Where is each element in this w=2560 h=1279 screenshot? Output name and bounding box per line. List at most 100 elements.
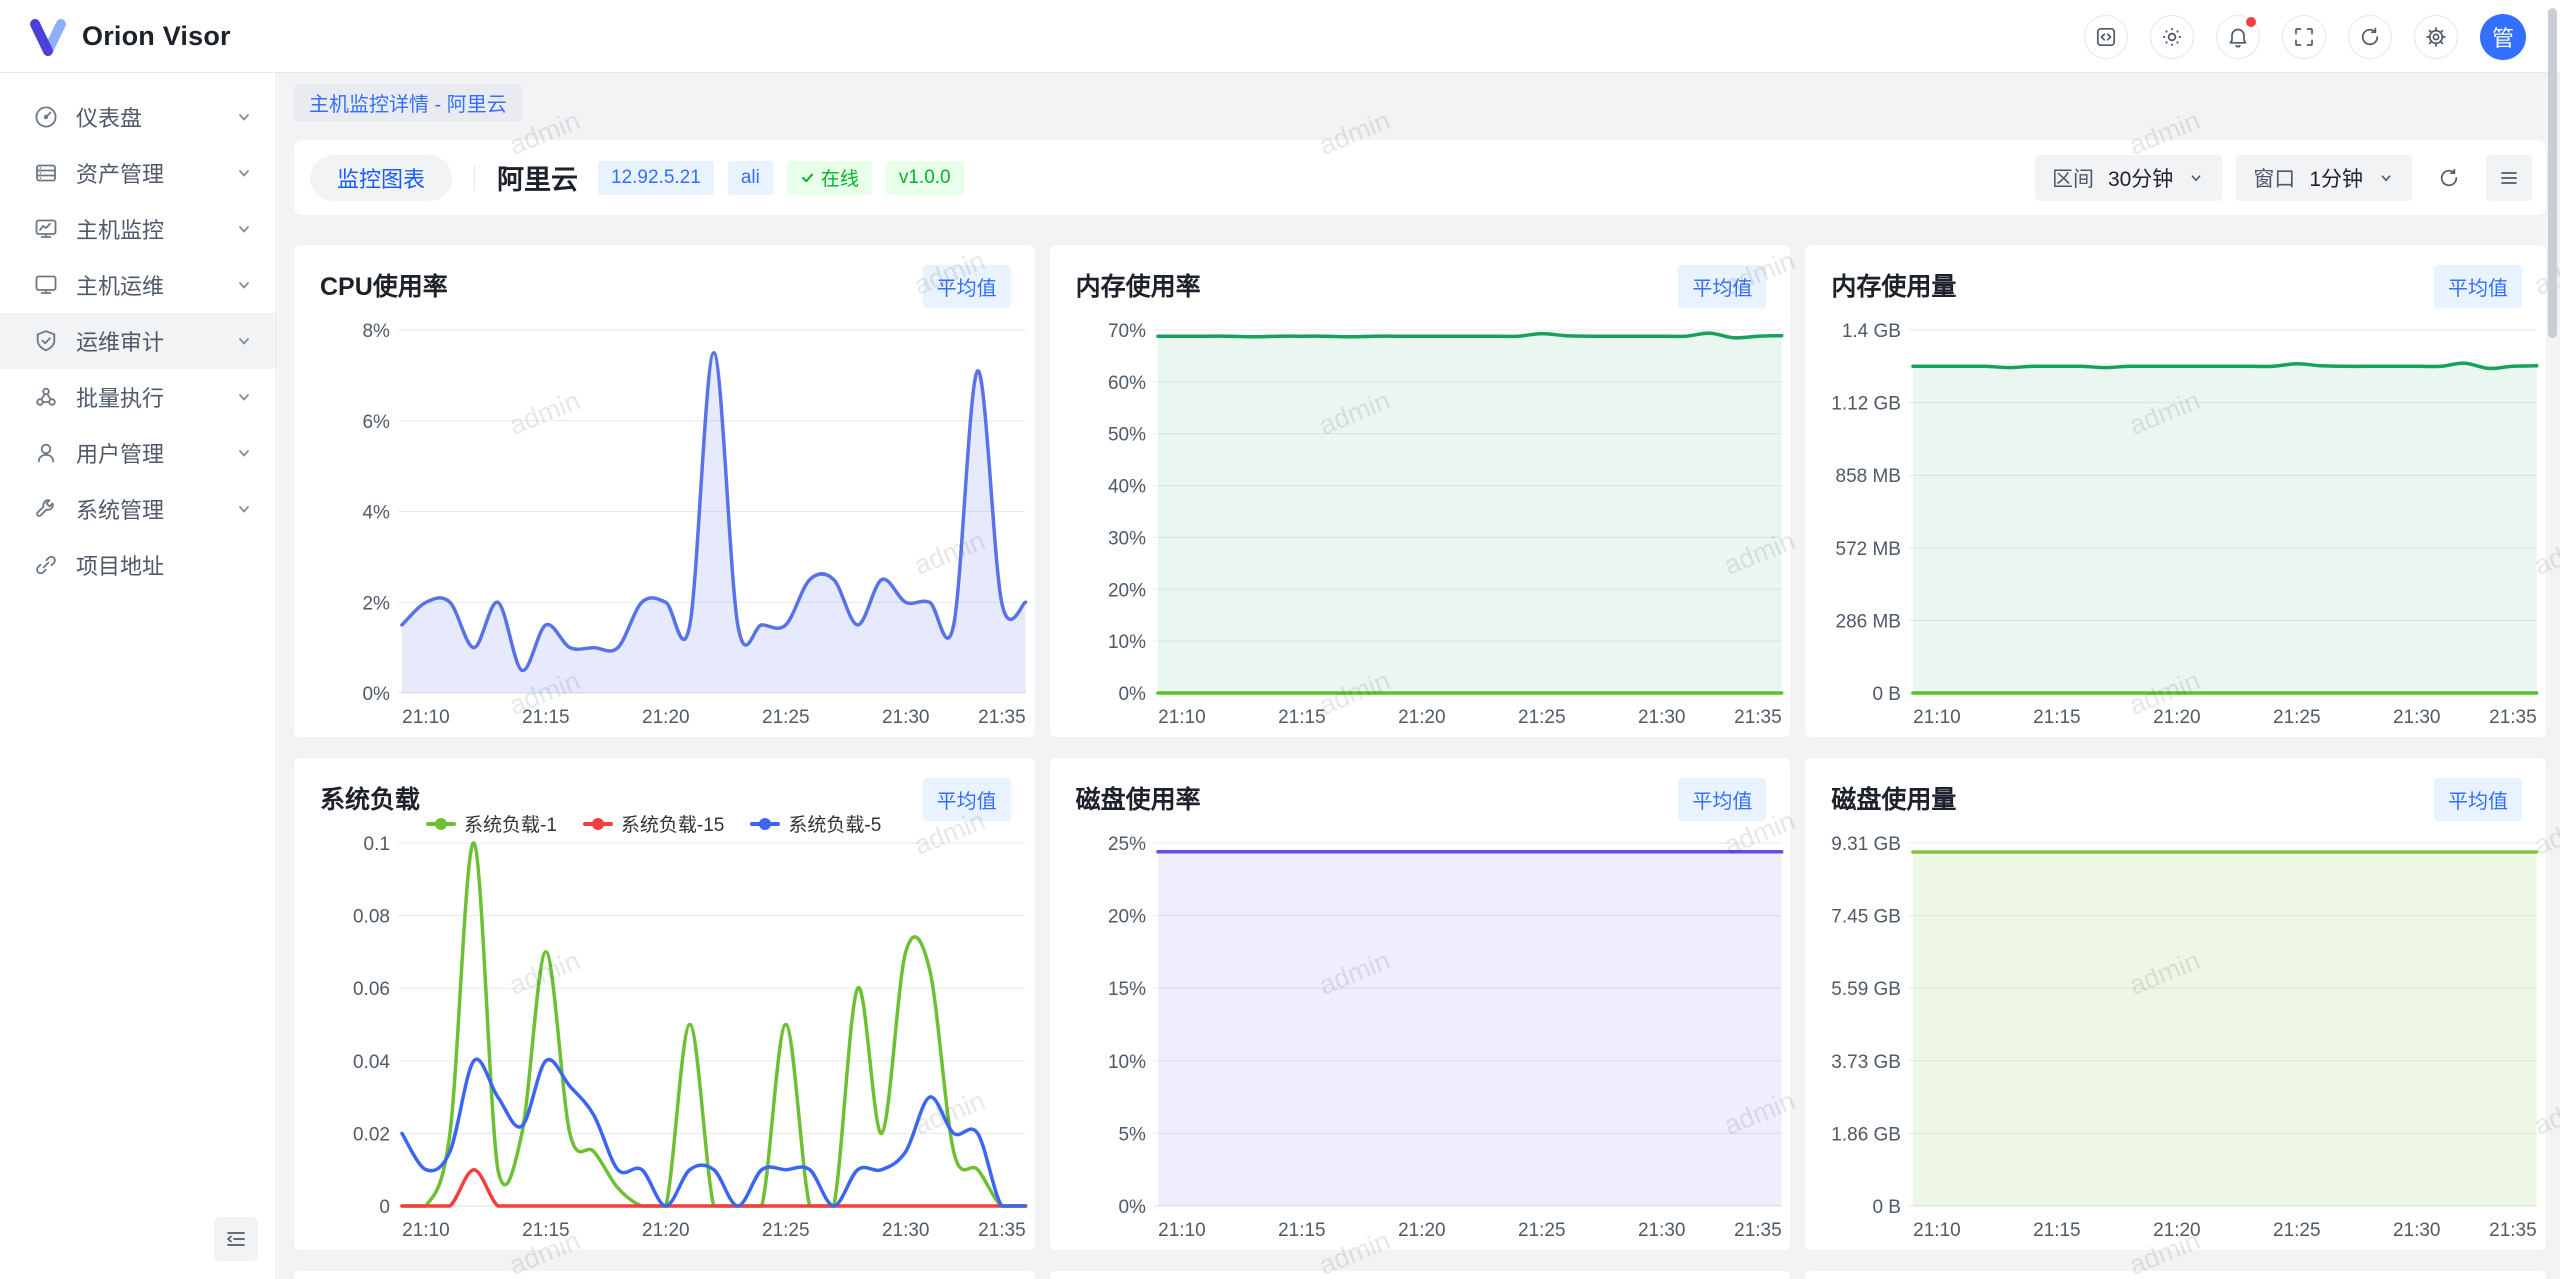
status-badge: 在线 bbox=[787, 161, 872, 195]
svg-text:1.12 GB: 1.12 GB bbox=[1832, 394, 1902, 415]
cluster-icon bbox=[33, 384, 59, 410]
svg-text:15%: 15% bbox=[1108, 979, 1146, 1000]
asset-server-icon bbox=[33, 160, 59, 186]
svg-text:858 MB: 858 MB bbox=[1836, 466, 1901, 487]
svg-text:21:15: 21:15 bbox=[1278, 707, 1326, 728]
svg-text:21:15: 21:15 bbox=[2033, 707, 2081, 728]
svg-text:0 B: 0 B bbox=[1873, 684, 1901, 705]
chevron-down-icon bbox=[234, 219, 254, 239]
version-chip: v1.0.0 bbox=[886, 161, 964, 195]
tab-monitor-charts[interactable]: 监控图表 bbox=[310, 155, 452, 201]
monitor-icon bbox=[33, 272, 59, 298]
legend-marker-icon bbox=[750, 822, 780, 826]
legend-label: 系统负载-1 bbox=[464, 810, 557, 837]
window-select[interactable]: 窗口 1分钟 bbox=[2236, 155, 2412, 201]
svg-text:0.1: 0.1 bbox=[364, 834, 390, 855]
monitor-chart-icon bbox=[33, 216, 59, 242]
header-actions: 管 bbox=[2084, 0, 2526, 73]
sidebar-item-user-management[interactable]: 用户管理 bbox=[0, 425, 276, 481]
interval-select[interactable]: 区间 30分钟 bbox=[2035, 155, 2222, 201]
toolbar-controls: 区间 30分钟 窗口 1分钟 bbox=[2035, 155, 2532, 201]
chevron-down-icon bbox=[234, 443, 254, 463]
svg-text:70%: 70% bbox=[1108, 321, 1146, 342]
svg-text:21:35: 21:35 bbox=[2489, 707, 2537, 728]
svg-text:1.4 GB: 1.4 GB bbox=[1842, 321, 1901, 342]
svg-text:40%: 40% bbox=[1108, 477, 1146, 498]
svg-text:21:10: 21:10 bbox=[402, 1220, 450, 1241]
chevron-down-icon bbox=[234, 163, 254, 183]
chart-config-button[interactable] bbox=[2486, 155, 2532, 201]
chevron-down-icon bbox=[2187, 169, 2205, 187]
code-icon bbox=[2095, 26, 2117, 48]
fullscreen-button[interactable] bbox=[2282, 15, 2326, 59]
svg-text:0 B: 0 B bbox=[1873, 1197, 1901, 1218]
svg-text:21:25: 21:25 bbox=[762, 707, 810, 728]
sidebar-item-label: 用户管理 bbox=[76, 437, 164, 469]
svg-text:21:25: 21:25 bbox=[2273, 1220, 2321, 1241]
sidebar-item-host-monitor[interactable]: 主机监控 bbox=[0, 201, 276, 257]
settings-button[interactable] bbox=[2414, 15, 2458, 59]
svg-text:21:30: 21:30 bbox=[1638, 1220, 1686, 1241]
sidebar-item-label: 仪表盘 bbox=[76, 101, 142, 133]
sidebar-item-dashboard[interactable]: 仪表盘 bbox=[0, 89, 276, 145]
page-scrollbar-thumb[interactable] bbox=[2548, 8, 2557, 338]
sidebar-item-system-management[interactable]: 系统管理 bbox=[0, 481, 276, 537]
legend-item[interactable]: 系统负载-15 bbox=[583, 810, 724, 837]
svg-text:5%: 5% bbox=[1118, 1124, 1146, 1145]
svg-text:2%: 2% bbox=[363, 593, 391, 614]
chart-canvas: 0%10%20%30%40%50%60%70%21:1021:1521:2021… bbox=[1050, 245, 1791, 737]
refresh-button[interactable] bbox=[2348, 15, 2392, 59]
sidebar: 仪表盘 资产管理 主机监控 主机运维 bbox=[0, 73, 277, 1279]
notifications-button[interactable] bbox=[2216, 15, 2260, 59]
svg-text:21:10: 21:10 bbox=[1914, 707, 1962, 728]
check-icon bbox=[800, 170, 815, 185]
svg-text:21:20: 21:20 bbox=[1398, 707, 1446, 728]
chevron-down-icon bbox=[234, 499, 254, 519]
sidebar-item-label: 主机运维 bbox=[76, 269, 164, 301]
svg-text:21:10: 21:10 bbox=[1158, 1220, 1206, 1241]
sidebar-item-ops-audit[interactable]: 运维审计 bbox=[0, 313, 276, 369]
host-ip-chip: 12.92.5.21 bbox=[598, 161, 714, 195]
svg-text:0.08: 0.08 bbox=[353, 907, 390, 928]
svg-text:21:35: 21:35 bbox=[978, 707, 1026, 728]
svg-text:21:20: 21:20 bbox=[2153, 1220, 2201, 1241]
main-content: 主机监控详情 - 阿里云 监控图表 阿里云 12.92.5.21 ali 在线 … bbox=[278, 73, 2560, 1279]
svg-text:21:25: 21:25 bbox=[1518, 707, 1566, 728]
svg-text:21:30: 21:30 bbox=[2393, 707, 2441, 728]
bell-icon bbox=[2227, 26, 2249, 48]
svg-text:21:10: 21:10 bbox=[1158, 707, 1206, 728]
svg-text:30%: 30% bbox=[1108, 528, 1146, 549]
theme-button[interactable] bbox=[2150, 15, 2194, 59]
charts-refresh-button[interactable] bbox=[2426, 155, 2472, 201]
svg-text:7.45 GB: 7.45 GB bbox=[1832, 907, 1902, 928]
sidebar-item-batch-exec[interactable]: 批量执行 bbox=[0, 369, 276, 425]
sidebar-item-label: 项目地址 bbox=[76, 549, 164, 581]
svg-text:60%: 60% bbox=[1108, 373, 1146, 394]
svg-text:21:10: 21:10 bbox=[402, 707, 450, 728]
svg-text:8%: 8% bbox=[363, 321, 391, 342]
svg-text:21:15: 21:15 bbox=[1278, 1220, 1326, 1241]
svg-text:21:10: 21:10 bbox=[1914, 1220, 1962, 1241]
chart-card-disk-usage-rate: 磁盘使用率 平均值 0%5%10%15%20%25%21:1021:1521:2… bbox=[1050, 758, 1791, 1250]
legend-item[interactable]: 系统负载-1 bbox=[426, 810, 557, 837]
chart-card-memory-usage-amount: 内存使用量 平均值 0 B286 MB572 MB858 MB1.12 GB1.… bbox=[1805, 245, 2546, 737]
svg-text:21:35: 21:35 bbox=[2489, 1220, 2537, 1241]
sidebar-item-assets[interactable]: 资产管理 bbox=[0, 145, 276, 201]
sidebar-collapse-button[interactable] bbox=[214, 1217, 258, 1261]
logo-v-icon bbox=[26, 14, 70, 58]
user-avatar[interactable]: 管 bbox=[2480, 14, 2526, 60]
svg-text:10%: 10% bbox=[1108, 632, 1146, 653]
svg-text:20%: 20% bbox=[1108, 907, 1146, 928]
toolbar-divider bbox=[474, 165, 475, 191]
svg-text:21:30: 21:30 bbox=[882, 1220, 930, 1241]
shield-check-icon bbox=[33, 328, 59, 354]
sidebar-item-host-ops[interactable]: 主机运维 bbox=[0, 257, 276, 313]
host-code-chip: ali bbox=[728, 161, 773, 195]
code-button[interactable] bbox=[2084, 15, 2128, 59]
sidebar-item-project-link[interactable]: 项目地址 bbox=[0, 537, 276, 593]
legend-item[interactable]: 系统负载-5 bbox=[750, 810, 881, 837]
app-logo[interactable]: Orion Visor bbox=[0, 14, 231, 58]
breadcrumb[interactable]: 主机监控详情 - 阿里云 bbox=[294, 84, 522, 121]
charts-grid: CPU使用率 平均值 0%2%4%6%8%21:1021:1521:2021:2… bbox=[294, 245, 2546, 1279]
svg-text:10%: 10% bbox=[1108, 1052, 1146, 1073]
